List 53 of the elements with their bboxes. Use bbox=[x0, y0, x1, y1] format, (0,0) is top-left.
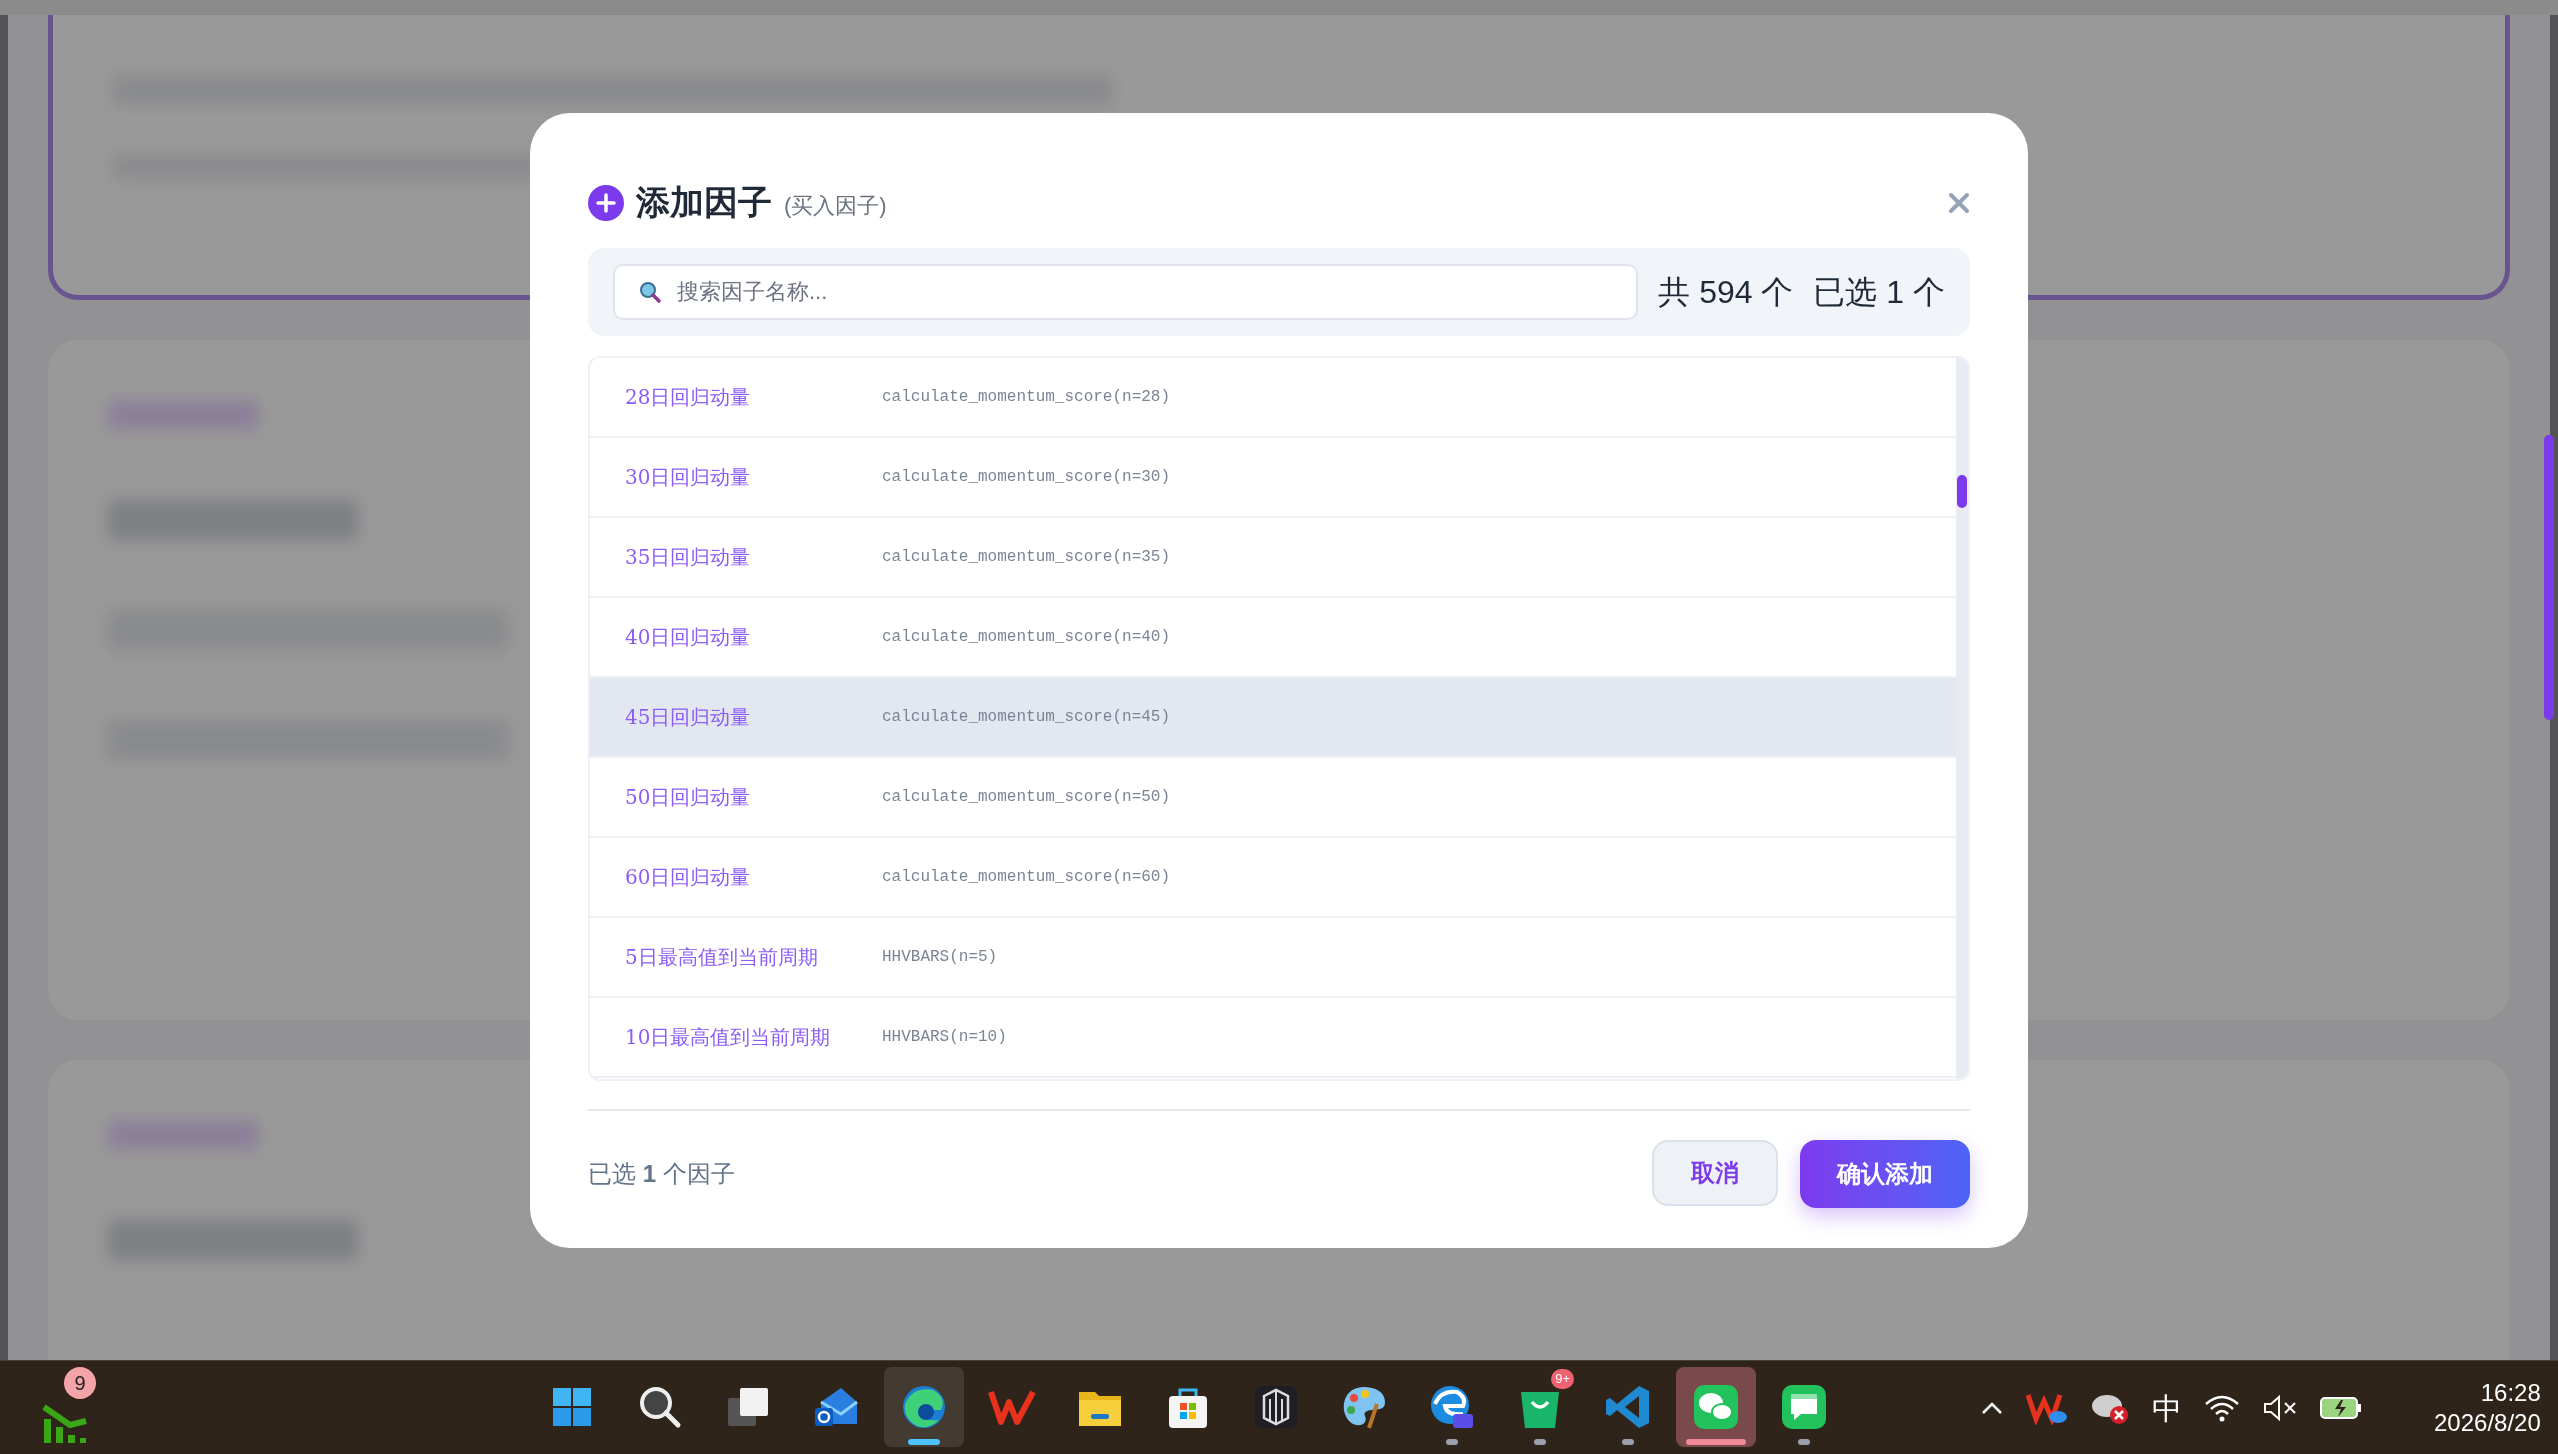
factor-name: 50日回归动量 bbox=[625, 783, 752, 811]
running-indicator bbox=[1798, 1439, 1810, 1445]
notification-badge: 9+ bbox=[1551, 1369, 1574, 1389]
chat-bubbles-icon bbox=[1691, 1382, 1741, 1432]
factor-name: 28日回归动量 bbox=[625, 383, 752, 411]
factor-code: calculate_momentum_score(n=28) bbox=[882, 386, 1171, 408]
factor-code: calculate_momentum_score(n=35) bbox=[882, 546, 1171, 568]
selection-summary: 已选 1 个因子 bbox=[588, 1158, 735, 1189]
factor-name: 10日最高值到当前周期 bbox=[625, 1023, 832, 1051]
factor-row[interactable]: 45日回归动量 calculate_momentum_score(n=45) bbox=[590, 677, 1956, 758]
wifi-icon[interactable] bbox=[2204, 1394, 2240, 1422]
chevron-up-icon[interactable] bbox=[1980, 1400, 2004, 1416]
cancel-button[interactable]: 取消 bbox=[1652, 1139, 1778, 1206]
search-icon bbox=[638, 279, 662, 304]
confirm-button[interactable]: 确认添加 bbox=[1800, 1139, 1970, 1208]
running-indicator bbox=[1622, 1439, 1634, 1445]
factor-name: 5日最高值到当前周期 bbox=[625, 943, 819, 971]
running-indicator bbox=[1446, 1439, 1458, 1445]
message-icon bbox=[1779, 1382, 1829, 1432]
battery-charging-icon[interactable] bbox=[2320, 1395, 2362, 1421]
factor-code: calculate_momentum_score(n=50) bbox=[882, 786, 1171, 808]
selected-count: 已选 1 个 bbox=[1813, 272, 1945, 312]
factor-code: calculate_momentum_score(n=30) bbox=[882, 466, 1171, 488]
factor-name: 60日回归动量 bbox=[625, 863, 752, 891]
factor-name: 35日回归动量 bbox=[625, 543, 752, 571]
close-icon[interactable] bbox=[1948, 191, 1970, 214]
factor-code: HHVBARS(n=5) bbox=[882, 946, 998, 968]
clock-time[interactable]: 16:28 bbox=[2480, 1378, 2541, 1408]
running-indicator bbox=[1534, 1439, 1546, 1445]
factor-code: calculate_momentum_score(n=45) bbox=[882, 706, 1171, 728]
factor-code: HHVBARS(n=10) bbox=[882, 1026, 1007, 1048]
factor-code: calculate_momentum_score(n=40) bbox=[882, 626, 1171, 648]
search-field[interactable]: 搜索因子名称... bbox=[613, 263, 1639, 320]
total-count: 共 594 个 bbox=[1658, 272, 1794, 312]
dialog-subtitle: (买入因子) bbox=[784, 192, 887, 220]
factor-row[interactable]: 28日回归动量 calculate_momentum_score(n=28) bbox=[590, 357, 1956, 438]
add-icon bbox=[588, 184, 624, 221]
scrollbar-thumb[interactable] bbox=[1957, 474, 1967, 508]
input-method-indicator[interactable]: 中 bbox=[2152, 1385, 2182, 1431]
page-scrollbar[interactable] bbox=[2544, 435, 2554, 720]
factor-code: calculate_momentum_score(n=60) bbox=[882, 866, 1171, 888]
clock-date[interactable]: 2026/8/20 bbox=[2434, 1408, 2541, 1438]
muted-speaker-icon[interactable] bbox=[2262, 1394, 2298, 1422]
taskbar-app-button[interactable]: 9+ bbox=[1500, 1367, 1580, 1447]
factor-name: 40日回归动量 bbox=[625, 623, 752, 651]
factor-name: 45日回归动量 bbox=[625, 703, 752, 731]
running-indicator bbox=[908, 1439, 940, 1445]
factor-name: 30日回归动量 bbox=[625, 463, 752, 491]
notification-badge: 9 bbox=[64, 1367, 96, 1399]
taskbar-app-button[interactable] bbox=[1676, 1367, 1756, 1447]
running-indicator bbox=[1686, 1439, 1746, 1445]
widgets-button[interactable]: 9 bbox=[40, 1365, 110, 1445]
dialog-title: 添加因子 bbox=[636, 182, 772, 223]
